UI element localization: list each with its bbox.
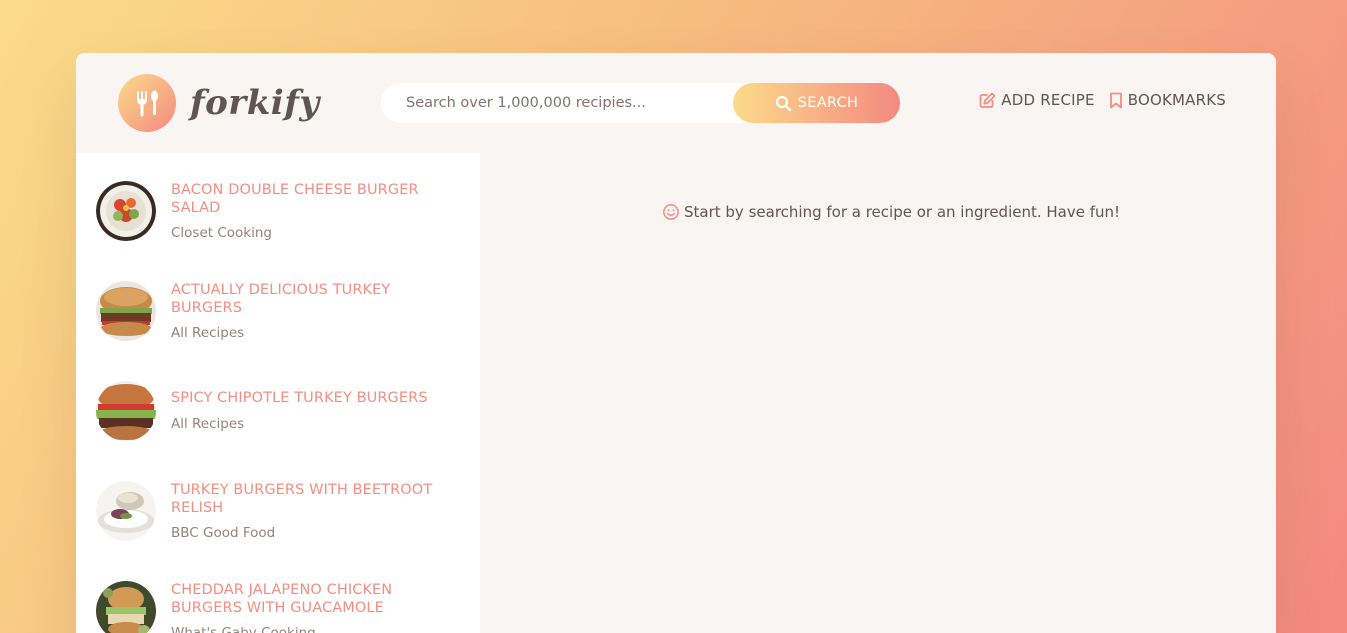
- result-title: SPICY CHIPOTLE TURKEY BURGERS: [171, 390, 428, 406]
- recipe-image: [96, 281, 156, 341]
- search-results: BACON DOUBLE CHEESE BURGER SALAD Closet …: [76, 153, 480, 633]
- recipe-image: [96, 181, 156, 241]
- start-message: Start by searching for a recipe or an in…: [662, 203, 1120, 221]
- bookmarks-button[interactable]: BOOKMARKS: [1109, 91, 1226, 109]
- app-container: forkify SEARCH ADD RECIPE: [76, 53, 1276, 633]
- recipe-image: [96, 381, 156, 441]
- bookmarks-label: BOOKMARKS: [1127, 91, 1226, 109]
- result-title: CHEDDAR JALAPENO CHICKEN BURGERS WITH GU…: [171, 582, 393, 616]
- bookmark-icon: [1109, 92, 1122, 108]
- header: forkify SEARCH ADD RECIPE: [76, 53, 1276, 153]
- result-publisher: All Recipes: [171, 325, 245, 341]
- search-input[interactable]: [381, 83, 731, 123]
- result-title: BACON DOUBLE CHEESE BURGER SALAD: [171, 182, 419, 216]
- nav: ADD RECIPE BOOKMARKS: [979, 91, 1226, 109]
- logo[interactable]: forkify: [118, 74, 320, 132]
- add-recipe-button[interactable]: ADD RECIPE: [979, 91, 1095, 109]
- result-publisher: All Recipes: [171, 416, 245, 432]
- smile-icon: [663, 204, 679, 220]
- recipe-image: [96, 581, 156, 633]
- edit-icon: [979, 92, 996, 108]
- search-form: SEARCH: [381, 83, 900, 123]
- search-button[interactable]: SEARCH: [733, 83, 900, 123]
- fork-spoon-icon: [118, 74, 176, 132]
- recipe-image: [96, 481, 156, 541]
- result-publisher: What's Gaby Cooking: [171, 625, 316, 633]
- recipe-view: Start by searching for a recipe or an in…: [480, 153, 1276, 633]
- logo-text: forkify: [190, 83, 320, 123]
- result-publisher: Closet Cooking: [171, 225, 272, 241]
- result-title: ACTUALLY DELICIOUS TURKEY BURGERS: [171, 282, 391, 316]
- start-message-text: Start by searching for a recipe or an in…: [684, 203, 1121, 221]
- result-title: TURKEY BURGERS WITH BEETROOT RELISH: [171, 482, 433, 516]
- search-icon: [775, 95, 791, 111]
- result-publisher: BBC Good Food: [171, 525, 276, 541]
- add-recipe-label: ADD RECIPE: [1001, 91, 1095, 109]
- search-button-label: SEARCH: [797, 95, 859, 111]
